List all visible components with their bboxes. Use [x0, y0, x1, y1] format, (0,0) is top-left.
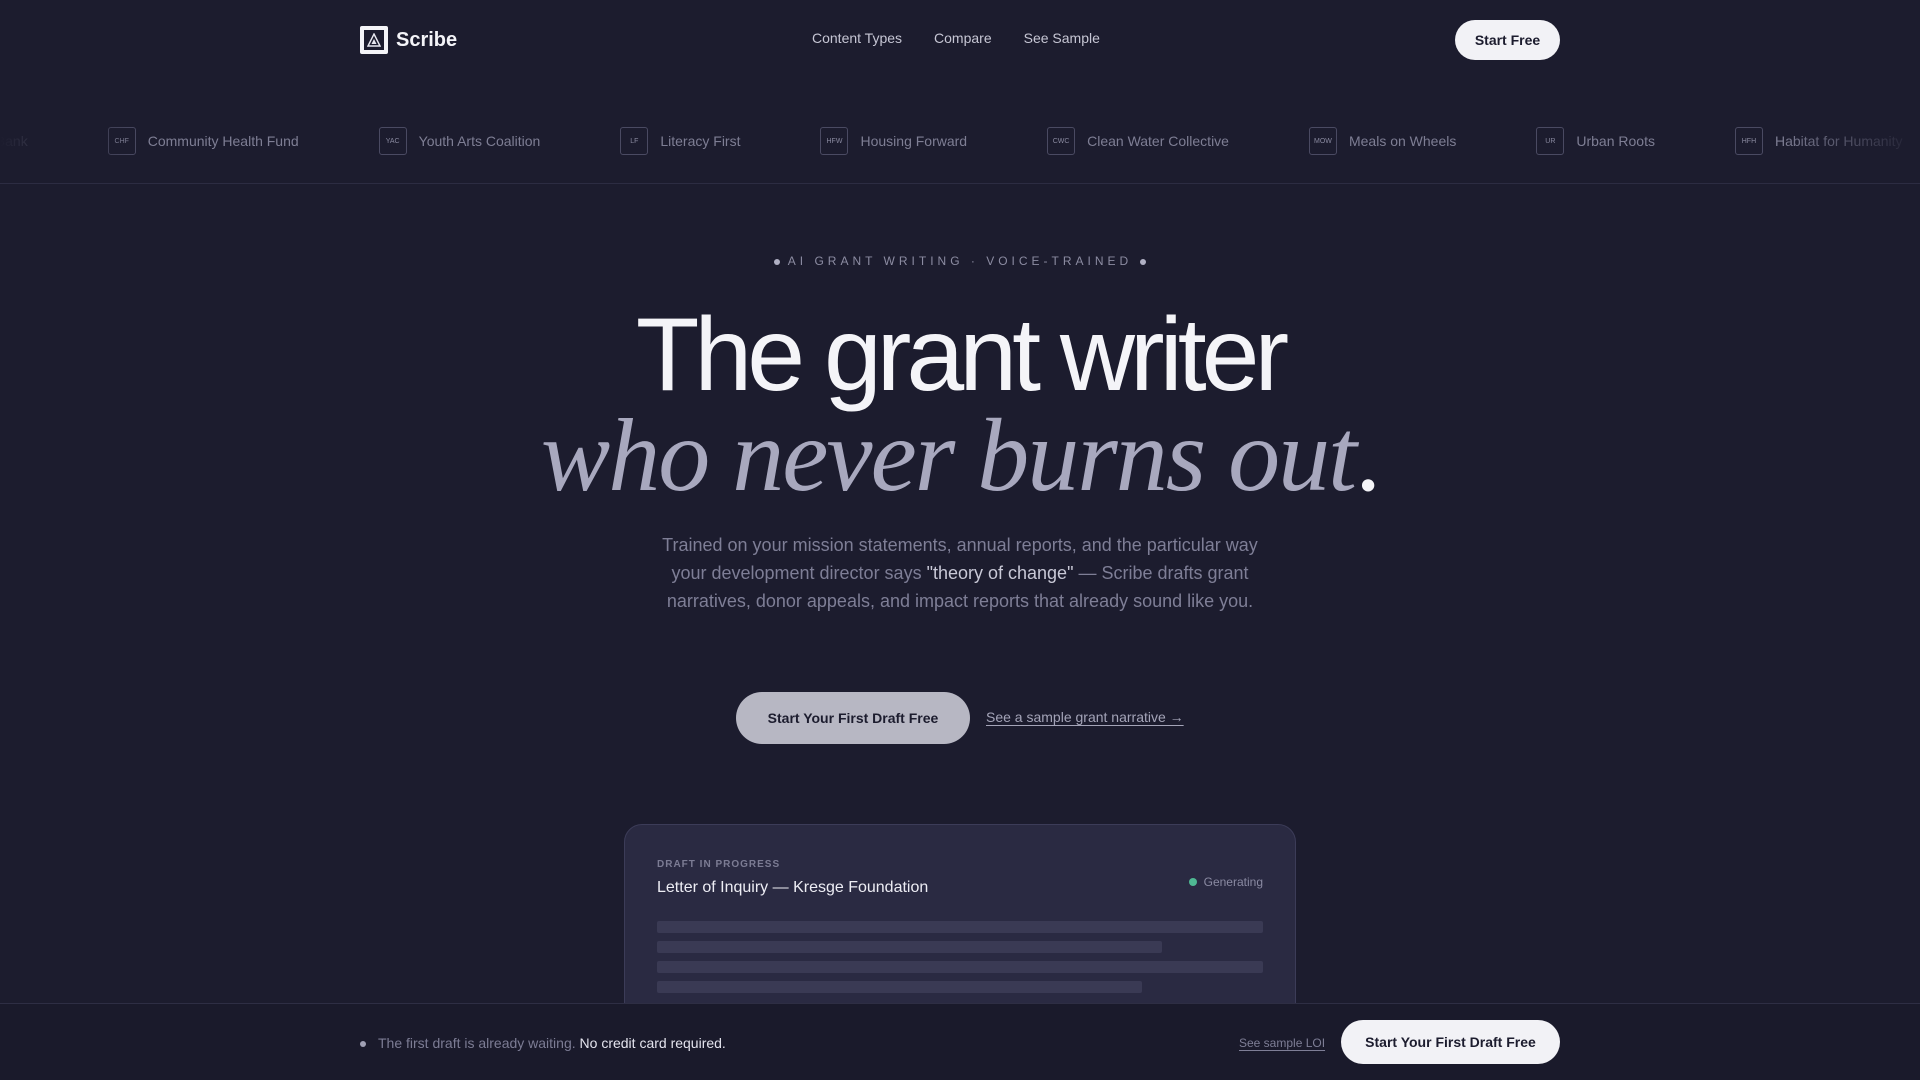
- logo-track: FBFood BankCHFCommunity Health FundYACYo…: [0, 127, 1903, 155]
- text-placeholder-line: [657, 941, 1162, 953]
- dot-icon: [773, 258, 780, 265]
- nav-link-compare[interactable]: Compare: [934, 30, 992, 46]
- card-label: DRAFT IN PROGRESS: [657, 859, 781, 870]
- nav-link-content-types[interactable]: Content Types: [812, 30, 902, 46]
- hero-subtitle: Trained on your mission statements, annu…: [660, 531, 1260, 615]
- headline-italic: who never burns out: [540, 398, 1357, 513]
- org-logo: YAC Youth Arts Coalition: [378, 127, 541, 155]
- org-badge-icon: HFH: [1734, 127, 1763, 155]
- org-badge-icon: LF: [620, 127, 649, 155]
- org-logo: MOW Meals on Wheels: [1308, 127, 1457, 155]
- top-nav: Scribe Content Types Compare See Sample …: [0, 0, 1920, 80]
- org-badge-icon: MOW: [1308, 127, 1337, 155]
- hero-eyebrow: AI GRANT WRITING · VOICE-TRAINED: [0, 254, 1920, 268]
- fade-left: [0, 118, 140, 183]
- org-name: Meals on Wheels: [1348, 133, 1457, 149]
- org-logo: HFW Housing Forward: [820, 127, 967, 155]
- bottom-bar-message: The first draft is already waiting. No c…: [378, 1035, 726, 1051]
- org-badge-icon: HFW: [820, 127, 849, 155]
- status-text: Generating: [1203, 875, 1263, 889]
- eyebrow-text: AI GRANT WRITING · VOICE-TRAINED: [787, 254, 1133, 268]
- headline-line-1: The grant writer: [635, 297, 1289, 413]
- customer-logo-strip: FBFood BankCHFCommunity Health FundYACYo…: [0, 118, 1920, 184]
- org-name: Urban Roots: [1576, 133, 1655, 149]
- see-sample-loi-link[interactable]: See sample LOI: [1239, 1036, 1325, 1050]
- sticky-bottom-bar: The first draft is already waiting. No c…: [0, 1003, 1920, 1080]
- org-badge-icon: UR: [1536, 127, 1565, 155]
- org-name: Youth Arts Coalition: [418, 133, 541, 149]
- start-free-button[interactable]: Start Free: [1455, 20, 1560, 60]
- logo-mark-icon: [360, 26, 388, 54]
- status-dot-icon: [1188, 878, 1197, 886]
- start-first-draft-button[interactable]: Start Your First Draft Free: [736, 692, 970, 744]
- generating-status: Generating: [1188, 875, 1263, 889]
- org-badge-icon: YAC: [378, 127, 407, 155]
- subtitle-highlight: "theory of change": [926, 563, 1074, 583]
- nav-links: Content Types Compare See Sample: [812, 30, 1100, 46]
- text-placeholder-line: [657, 921, 1263, 933]
- sample-narrative-link[interactable]: See a sample grant narrative →: [986, 709, 1184, 725]
- org-name: Community Health Fund: [147, 133, 299, 149]
- text-placeholder-line: [657, 961, 1263, 973]
- fade-right: [1780, 118, 1920, 183]
- org-name: Housing Forward: [860, 133, 968, 149]
- org-logo: UR Urban Roots: [1536, 127, 1655, 155]
- dot-icon: [1140, 258, 1147, 265]
- headline-period: .: [1355, 398, 1381, 513]
- bottom-start-draft-button[interactable]: Start Your First Draft Free: [1341, 1020, 1560, 1064]
- text-placeholder-line: [657, 981, 1142, 993]
- card-title: Letter of Inquiry — Kresge Foundation: [657, 879, 929, 896]
- org-badge-icon: CWC: [1047, 127, 1076, 155]
- brand-name: Scribe: [396, 28, 458, 51]
- headline-line-2: who never burns out.: [0, 396, 1920, 516]
- nav-link-see-sample[interactable]: See Sample: [1024, 30, 1100, 46]
- dot-icon: [360, 1041, 366, 1047]
- org-logo: CWC Clean Water Collective: [1047, 127, 1229, 155]
- org-logo: LF Literacy First: [620, 127, 740, 155]
- org-name: Clean Water Collective: [1087, 133, 1229, 149]
- bottom-bar-muted: The first draft is already waiting.: [378, 1035, 576, 1051]
- bottom-bar-strong: No credit card required.: [579, 1035, 726, 1051]
- brand-logo[interactable]: Scribe: [360, 26, 457, 54]
- org-name: Literacy First: [660, 133, 741, 149]
